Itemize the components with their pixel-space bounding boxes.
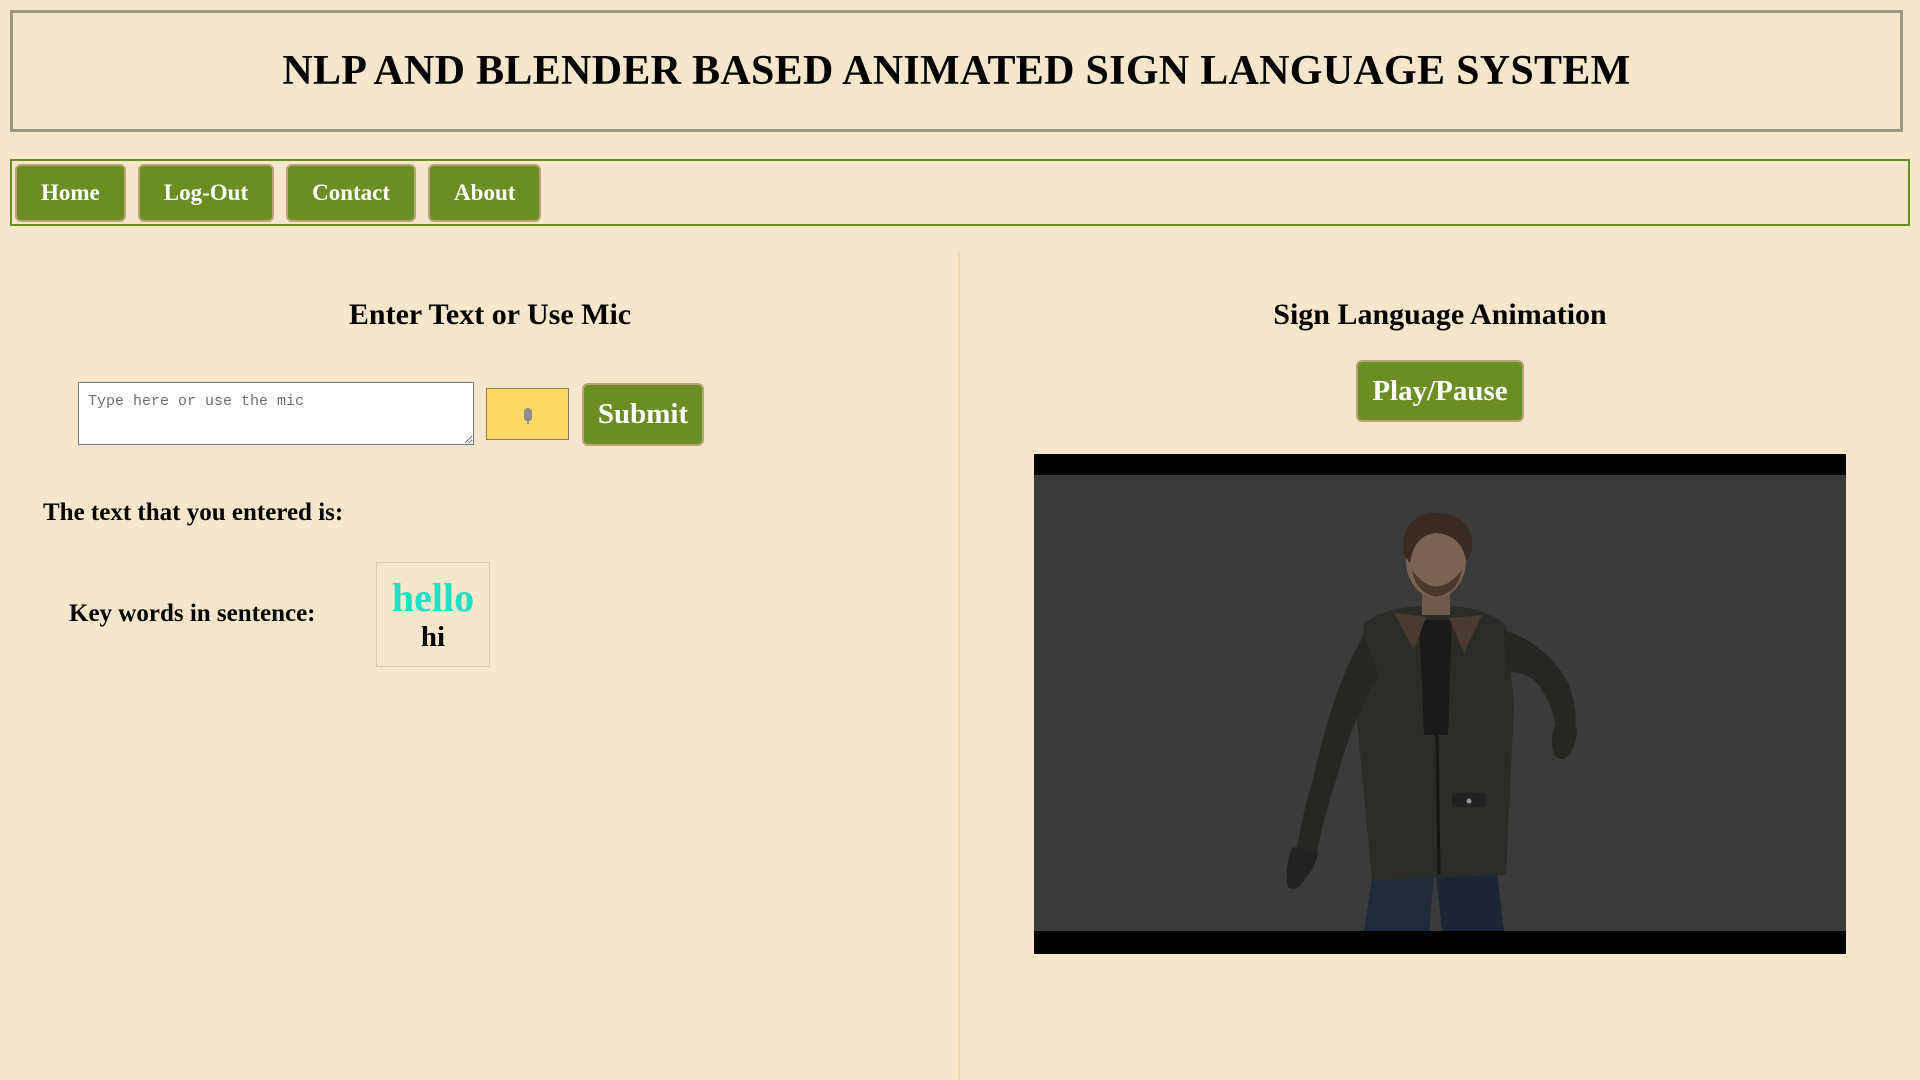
mic-button[interactable]: [486, 388, 569, 440]
keyword-item: hi: [420, 620, 446, 653]
keyword-item-active: hello: [391, 574, 475, 620]
keywords-list: hello hi: [376, 562, 490, 667]
nav-home-button[interactable]: Home: [15, 163, 126, 222]
navbar: Home Log-Out Contact About: [10, 159, 1910, 226]
page: NLP AND BLENDER BASED ANIMATED SIGN LANG…: [0, 0, 1920, 1080]
nav-about-button[interactable]: About: [428, 163, 542, 222]
text-input[interactable]: [78, 382, 474, 445]
animation-video-player[interactable]: [1034, 454, 1846, 954]
nav-logout-button[interactable]: Log-Out: [137, 163, 275, 222]
video-viewport: [1034, 475, 1846, 931]
microphone-icon: [523, 407, 532, 424]
animation-panel-heading: Sign Language Animation: [1273, 298, 1607, 331]
input-panel-heading: Enter Text or Use Mic: [348, 298, 632, 331]
submit-button[interactable]: Submit: [582, 383, 704, 446]
avatar-figure: [1286, 512, 1577, 931]
header-banner: NLP AND BLENDER BASED ANIMATED SIGN LANG…: [10, 10, 1903, 132]
nav-contact-button[interactable]: Contact: [286, 163, 417, 222]
play-pause-button[interactable]: Play/Pause: [1356, 360, 1524, 422]
page-title: NLP AND BLENDER BASED ANIMATED SIGN LANG…: [282, 48, 1631, 94]
column-divider: [958, 252, 960, 1080]
keywords-label: Key words in sentence:: [69, 600, 316, 627]
entered-text-label: The text that you entered is:: [43, 499, 343, 527]
entered-text-label-text: The text that you entered is:: [43, 499, 344, 526]
